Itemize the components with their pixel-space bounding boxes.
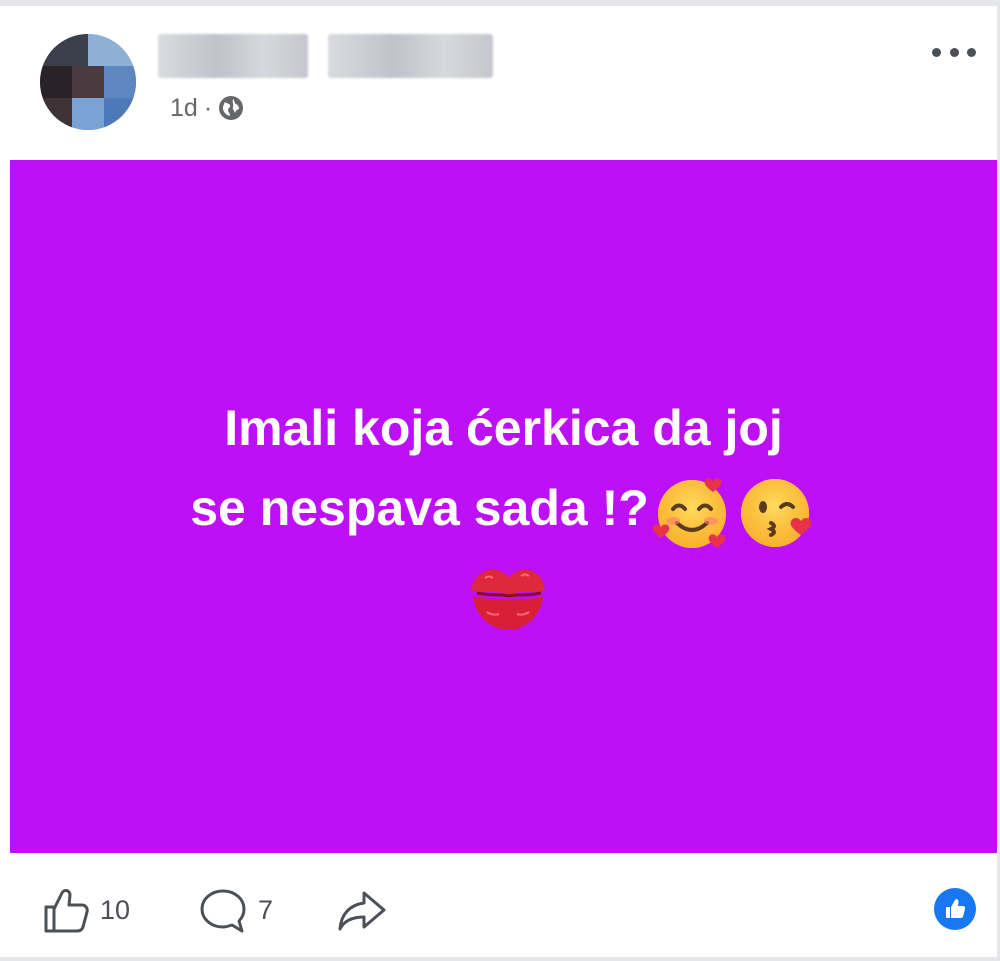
thumbs-up-icon — [44, 889, 89, 933]
kiss-mark-icon — [471, 569, 545, 630]
author-name-blurred[interactable] — [158, 34, 498, 78]
post-actions-bar: 10 7 — [0, 856, 1000, 956]
top-divider — [0, 0, 1000, 6]
post-colored-background: Imali koja ćerkica da joj se nespava sad… — [10, 160, 997, 853]
more-options-icon[interactable] — [932, 42, 976, 62]
share-arrow-icon — [338, 891, 386, 931]
post-time[interactable]: 1d — [170, 94, 198, 123]
face-blowing-kiss-icon — [740, 478, 812, 547]
share-button[interactable] — [336, 882, 388, 938]
bottom-divider — [0, 957, 1000, 961]
facebook-post-screen: 1d · Imali koja ćerkica da joj se nespav… — [0, 0, 1000, 961]
like-reaction-icon[interactable] — [934, 888, 976, 930]
globe-icon[interactable] — [218, 95, 244, 121]
post-meta: 1d · — [170, 92, 244, 124]
like-count: 10 — [100, 894, 131, 925]
thumbs-up-small-icon — [946, 899, 966, 918]
comment-bubble-icon — [200, 889, 246, 933]
post-text-line-2: se nespava sada !? — [190, 480, 649, 536]
meta-separator: · — [203, 93, 213, 122]
post-text-line-2-wrap: se nespava sada !? — [10, 468, 997, 553]
like-button[interactable]: 10 — [40, 882, 130, 938]
comment-count: 7 — [258, 894, 274, 925]
comment-button[interactable]: 7 — [198, 882, 273, 938]
post-text-line-1: Imali koja ćerkica da joj — [224, 400, 783, 456]
author-avatar[interactable] — [40, 34, 136, 130]
smiling-face-with-hearts-icon — [652, 478, 726, 548]
post-text: Imali koja ćerkica da joj se nespava sad… — [10, 388, 997, 553]
